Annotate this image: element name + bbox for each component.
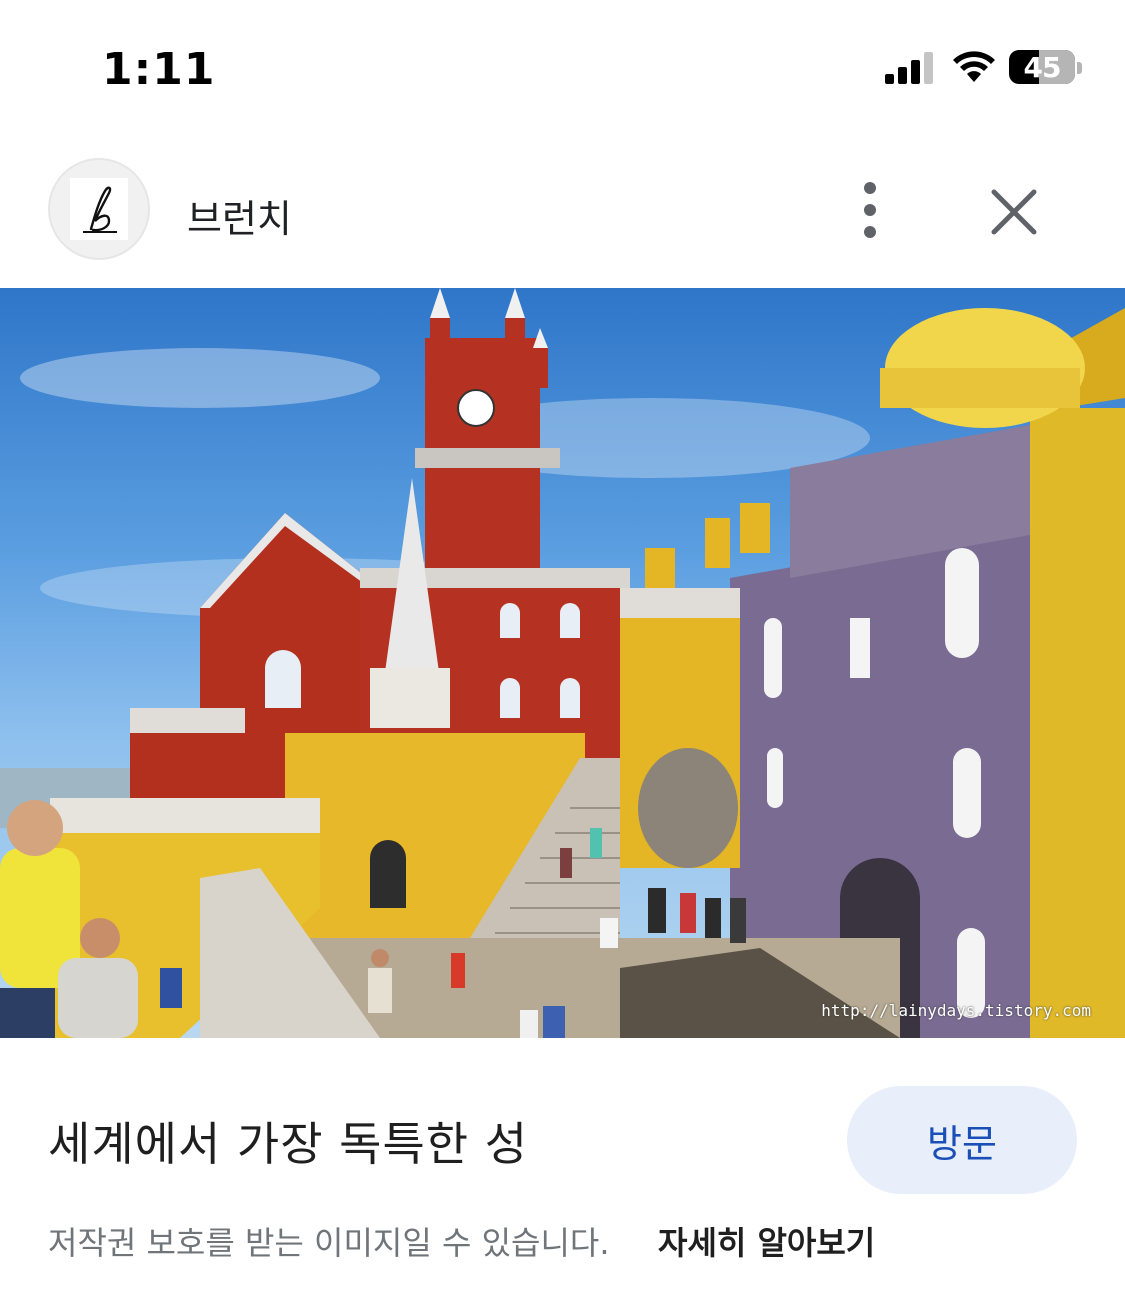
castle-illustration — [0, 288, 1125, 1038]
status-time: 1:11 — [102, 44, 216, 95]
copyright-notice: 저작권 보호를 받는 이미지일 수 있습니다. — [48, 1224, 610, 1262]
learn-more-link[interactable]: 자세히 알아보기 — [658, 1218, 875, 1264]
battery-tip — [1077, 62, 1082, 74]
header: 브런치 — [0, 150, 1125, 270]
image-title: 세계에서 가장 독특한 성 — [48, 1117, 529, 1171]
source-name[interactable]: 브런치 — [187, 188, 292, 243]
battery-level: 45 — [1023, 51, 1062, 84]
avatar[interactable] — [48, 158, 150, 260]
brunch-logo-icon — [70, 178, 128, 240]
signal-icon — [885, 52, 933, 84]
image-watermark: http://lainydays.tistory.com — [821, 1001, 1091, 1020]
status-bar: 1:11 45 — [0, 0, 1125, 130]
visit-button[interactable]: 방문 — [847, 1086, 1077, 1194]
battery-icon: 45 — [1009, 50, 1075, 84]
wifi-icon — [953, 51, 995, 82]
close-icon[interactable] — [980, 178, 1048, 246]
castle-photo[interactable]: http://lainydays.tistory.com — [0, 288, 1125, 1038]
more-vertical-icon[interactable] — [838, 172, 902, 248]
